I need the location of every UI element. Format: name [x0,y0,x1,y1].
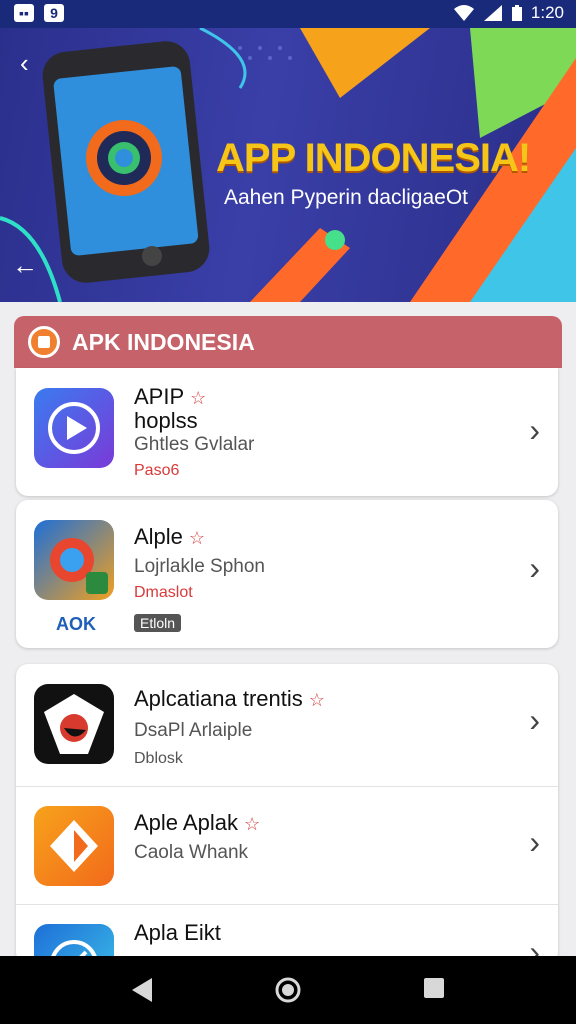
promo-banner[interactable]: APP INDONESIA! Aahen Pyperin dacligaeOt … [0,28,576,302]
status-bar: ▪▪ 9 1:20 [0,0,576,28]
banner-subtitle: Aahen Pyperin dacligaeOt [224,186,468,209]
list-item[interactable]: Apla Eikt › [16,904,558,1004]
app-card[interactable]: AOK Alple ☆ Lojrlakle Sphon Dmaslot Etlol… [16,500,558,648]
tools-app-icon [34,806,114,886]
app-title-line2: hoplss [134,408,198,433]
app-tag: Paso6 [134,462,180,479]
section-logo-icon [28,326,60,358]
app-title: Aplcatiana trentis ☆ [134,686,325,711]
wifi-icon [453,5,474,21]
app-subtitle: Caola Whank [134,842,249,863]
section-header: APK INDONESIA [14,316,562,368]
app-title: APIP ☆ [134,384,207,409]
app-card[interactable]: APIP ☆ hoplss Ghtles Gvlalar Paso6 › [16,368,558,496]
app-tag: Dmaslot [134,584,193,601]
star-icon: ☆ [308,690,325,710]
video-app-icon [34,388,114,468]
app-tag: Dblosk [134,750,183,767]
navigation-bar [0,956,576,1024]
app-subtitle: Ghtles Gvlalar [134,434,255,455]
status-badge: Etloln [134,614,182,632]
chevron-right-icon[interactable]: › [529,550,540,587]
list-item[interactable]: Aplcatiana trentis ☆ DsaPl Arlaiple Dblos… [16,664,558,786]
signal-icon [483,5,502,21]
apk-section: APK INDONESIA [14,316,562,368]
chevron-right-icon[interactable]: › [529,412,540,449]
browser-app-icon [34,520,114,600]
icon-caption: AOK [56,614,96,634]
message-icon: ▪▪ [14,4,34,22]
chevron-right-icon[interactable]: › [529,824,540,861]
app-title: Aple Aplak ☆ [134,810,261,835]
app-subtitle: DsaPl Arlaiple [134,720,253,741]
status-right-icons: 1:20 [453,3,564,23]
back-icon[interactable] [130,976,154,1004]
star-icon: ☆ [190,388,207,408]
app-title: Apla Eikt [134,920,221,945]
star-icon: ☆ [243,814,261,834]
section-title: APK INDONESIA [72,328,255,355]
battery-icon [511,5,522,21]
app-title: Alple ☆ [134,524,206,549]
clock: 1:20 [530,3,564,22]
notification-count-icon: 9 [44,4,64,22]
list-item[interactable]: APIP ☆ hoplss Ghtles Gvlalar Paso6 › [16,368,558,496]
app-subtitle: Lojrlakle Sphon [134,556,265,577]
list-item[interactable]: AOK Alple ☆ Lojrlakle Sphon Dmaslot Etlol… [16,500,558,648]
left-arrow-icon[interactable]: ← [12,250,38,281]
status-left-icons: ▪▪ 9 [14,4,64,22]
star-icon: ☆ [188,528,206,548]
back-arrow-icon[interactable]: ‹ [20,48,29,79]
shield-app-icon [34,684,114,764]
home-icon[interactable] [274,976,302,1004]
recents-icon[interactable] [422,976,446,1000]
list-item[interactable]: Aple Aplak ☆ Caola Whank › [16,786,558,904]
banner-title: APP INDONESIA! [216,136,531,180]
chevron-right-icon[interactable]: › [529,702,540,739]
app-list-card: Aplcatiana trentis ☆ DsaPl Arlaiple Dblos… [16,664,558,1004]
